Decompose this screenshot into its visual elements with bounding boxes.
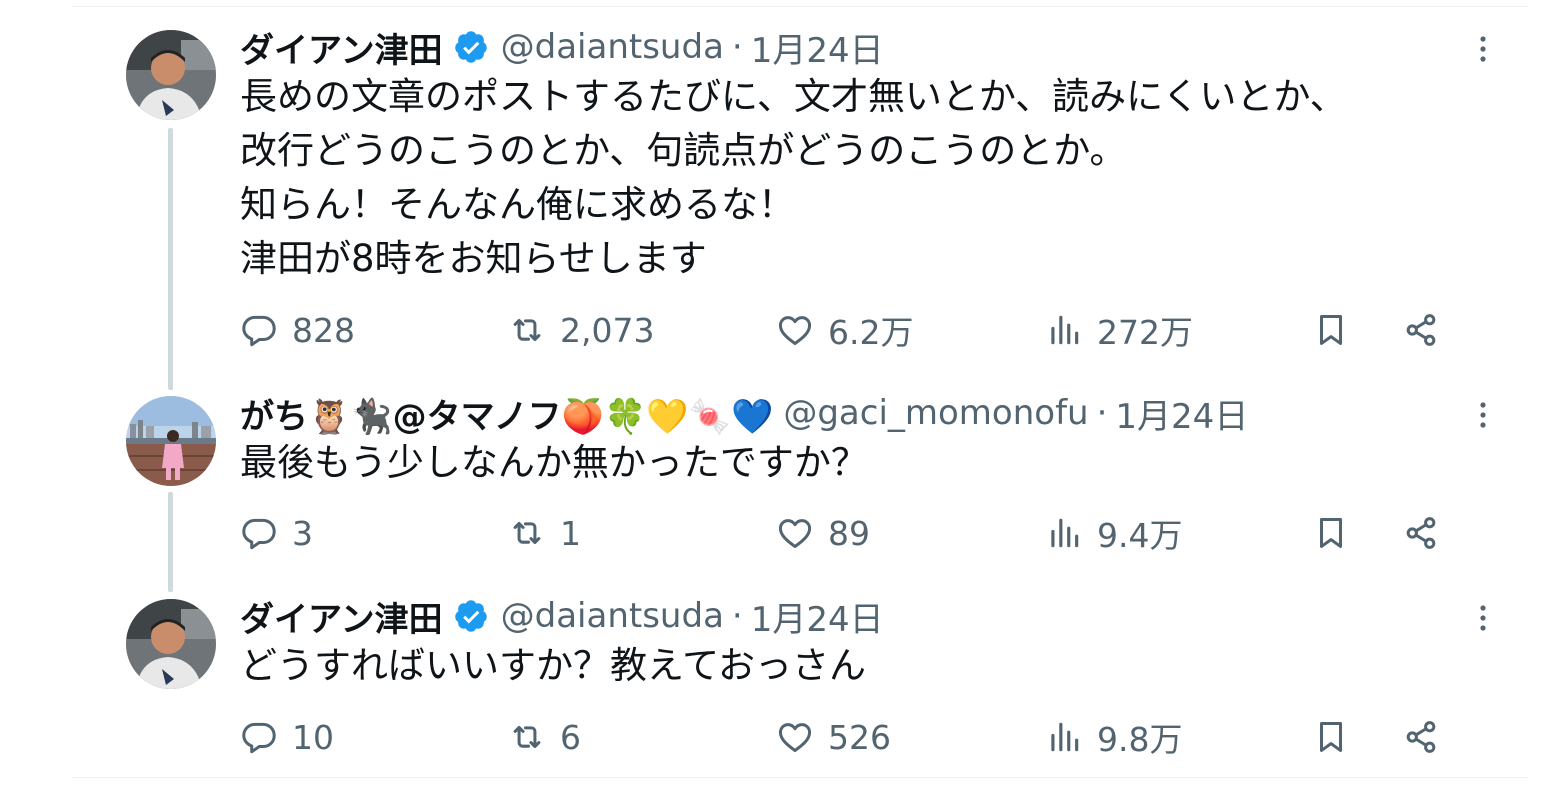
views-button[interactable]: 272万 [1045, 307, 1193, 353]
tweet-actions: 3 1 89 9.4万 [240, 510, 1460, 556]
retweet-count: 1 [560, 513, 581, 553]
bookmark-button[interactable] [1312, 714, 1350, 760]
more-options-icon[interactable] [1472, 603, 1494, 633]
reply-count: 3 [292, 513, 313, 553]
retweet-button[interactable]: 1 [508, 510, 581, 556]
reply-count: 10 [292, 717, 334, 757]
like-count: 89 [828, 513, 870, 553]
like-button[interactable]: 89 [776, 510, 870, 556]
tweet-text: 長めの文章のポストするたびに、文才無いとか、読みにくいとか、 改行どうのこうのと… [240, 75, 1347, 280]
tweet-date[interactable]: 1月24日 [751, 23, 884, 72]
view-count: 272万 [1097, 313, 1193, 352]
retweet-count: 6 [560, 717, 581, 757]
tweet-header: ダイアン津田 @daiantsuda · 1月24日 [240, 592, 884, 641]
avatar[interactable] [126, 599, 216, 689]
tweet-actions: 828 2,073 6.2万 272万 [240, 307, 1460, 353]
like-count: 6.2万 [828, 313, 914, 352]
share-icon [1406, 517, 1436, 549]
tweet-3[interactable]: ダイアン津田 @daiantsuda · 1月24日 どうすればいいすか？教えて… [72, 593, 1528, 763]
views-button[interactable]: 9.4万 [1045, 510, 1182, 556]
share-icon [1406, 721, 1436, 753]
tweet-header: がち🦉🐈‍⬛@タマノフ🍑🍀💛🍬💙 @gaci_momonofu · 1月24日 [240, 389, 1248, 438]
reply-icon [242, 722, 276, 754]
retweet-count: 2,073 [560, 310, 655, 350]
like-count: 526 [828, 717, 891, 757]
tweet-text: どうすればいいすか？教えておっさん [240, 644, 867, 687]
heart-icon [778, 723, 812, 752]
views-icon [1051, 518, 1079, 548]
tweet-2[interactable]: がち🦉🐈‍⬛@タマノフ🍑🍀💛🍬💙 @gaci_momonofu · 1月24日 … [72, 390, 1528, 560]
view-count: 9.8万 [1097, 720, 1183, 759]
retweet-icon [513, 318, 541, 342]
retweet-icon [513, 521, 541, 545]
like-button[interactable]: 6.2万 [776, 307, 913, 353]
bookmark-icon [1319, 518, 1343, 548]
user-handle[interactable]: @gaci_momonofu [783, 393, 1088, 433]
reply-button[interactable]: 10 [240, 714, 334, 760]
tweet-header: ダイアン津田 @daiantsuda · 1月24日 [240, 23, 884, 72]
user-handle[interactable]: @daiantsuda [501, 27, 724, 67]
tweet-date[interactable]: 1月24日 [751, 592, 884, 641]
separator-dot: · [1096, 393, 1108, 433]
views-icon [1051, 722, 1079, 752]
separator-dot: · [731, 27, 743, 67]
tweet-1[interactable]: ダイアン津田 @daiantsuda · 1月24日 長めの文章のポストするたび… [72, 24, 1528, 364]
bookmark-button[interactable] [1312, 510, 1350, 556]
display-name[interactable]: がち🦉🐈‍⬛@タマノフ🍑🍀💛🍬💙 [240, 389, 773, 438]
heart-icon [778, 316, 812, 345]
bookmark-icon [1319, 722, 1343, 752]
avatar[interactable] [126, 30, 216, 120]
avatar[interactable] [126, 396, 216, 486]
top-divider [72, 6, 1528, 7]
share-button[interactable] [1402, 714, 1440, 760]
retweet-icon [513, 725, 541, 749]
display-name[interactable]: ダイアン津田 [240, 23, 443, 72]
more-options-icon[interactable] [1472, 34, 1494, 64]
reply-count: 828 [292, 310, 355, 350]
tweet-date[interactable]: 1月24日 [1115, 389, 1248, 438]
verified-badge-icon [454, 600, 487, 632]
views-button[interactable]: 9.8万 [1045, 714, 1182, 760]
more-options-icon[interactable] [1472, 400, 1494, 430]
user-handle[interactable]: @daiantsuda [501, 596, 724, 636]
bottom-divider [72, 777, 1528, 778]
reply-icon [242, 518, 276, 550]
reply-icon [242, 315, 276, 347]
bookmark-icon [1319, 315, 1343, 345]
share-icon [1406, 314, 1436, 346]
verified-badge-icon [454, 31, 487, 63]
bookmark-button[interactable] [1312, 307, 1350, 353]
like-button[interactable]: 526 [776, 714, 891, 760]
tweet-text: 最後もう少しなんか無かったですか？ [240, 441, 868, 484]
reply-button[interactable]: 3 [240, 510, 313, 556]
heart-icon [778, 519, 812, 548]
display-name[interactable]: ダイアン津田 [240, 592, 443, 641]
separator-dot: · [731, 596, 743, 636]
reply-button[interactable]: 828 [240, 307, 355, 353]
tweet-thread: ダイアン津田 @daiantsuda · 1月24日 長めの文章のポストするたび… [72, 0, 1528, 787]
share-button[interactable] [1402, 510, 1440, 556]
retweet-button[interactable]: 2,073 [508, 307, 654, 353]
retweet-button[interactable]: 6 [508, 714, 581, 760]
tweet-actions: 10 6 526 9.8万 [240, 714, 1460, 760]
view-count: 9.4万 [1097, 516, 1183, 555]
share-button[interactable] [1402, 307, 1440, 353]
views-icon [1051, 315, 1079, 345]
